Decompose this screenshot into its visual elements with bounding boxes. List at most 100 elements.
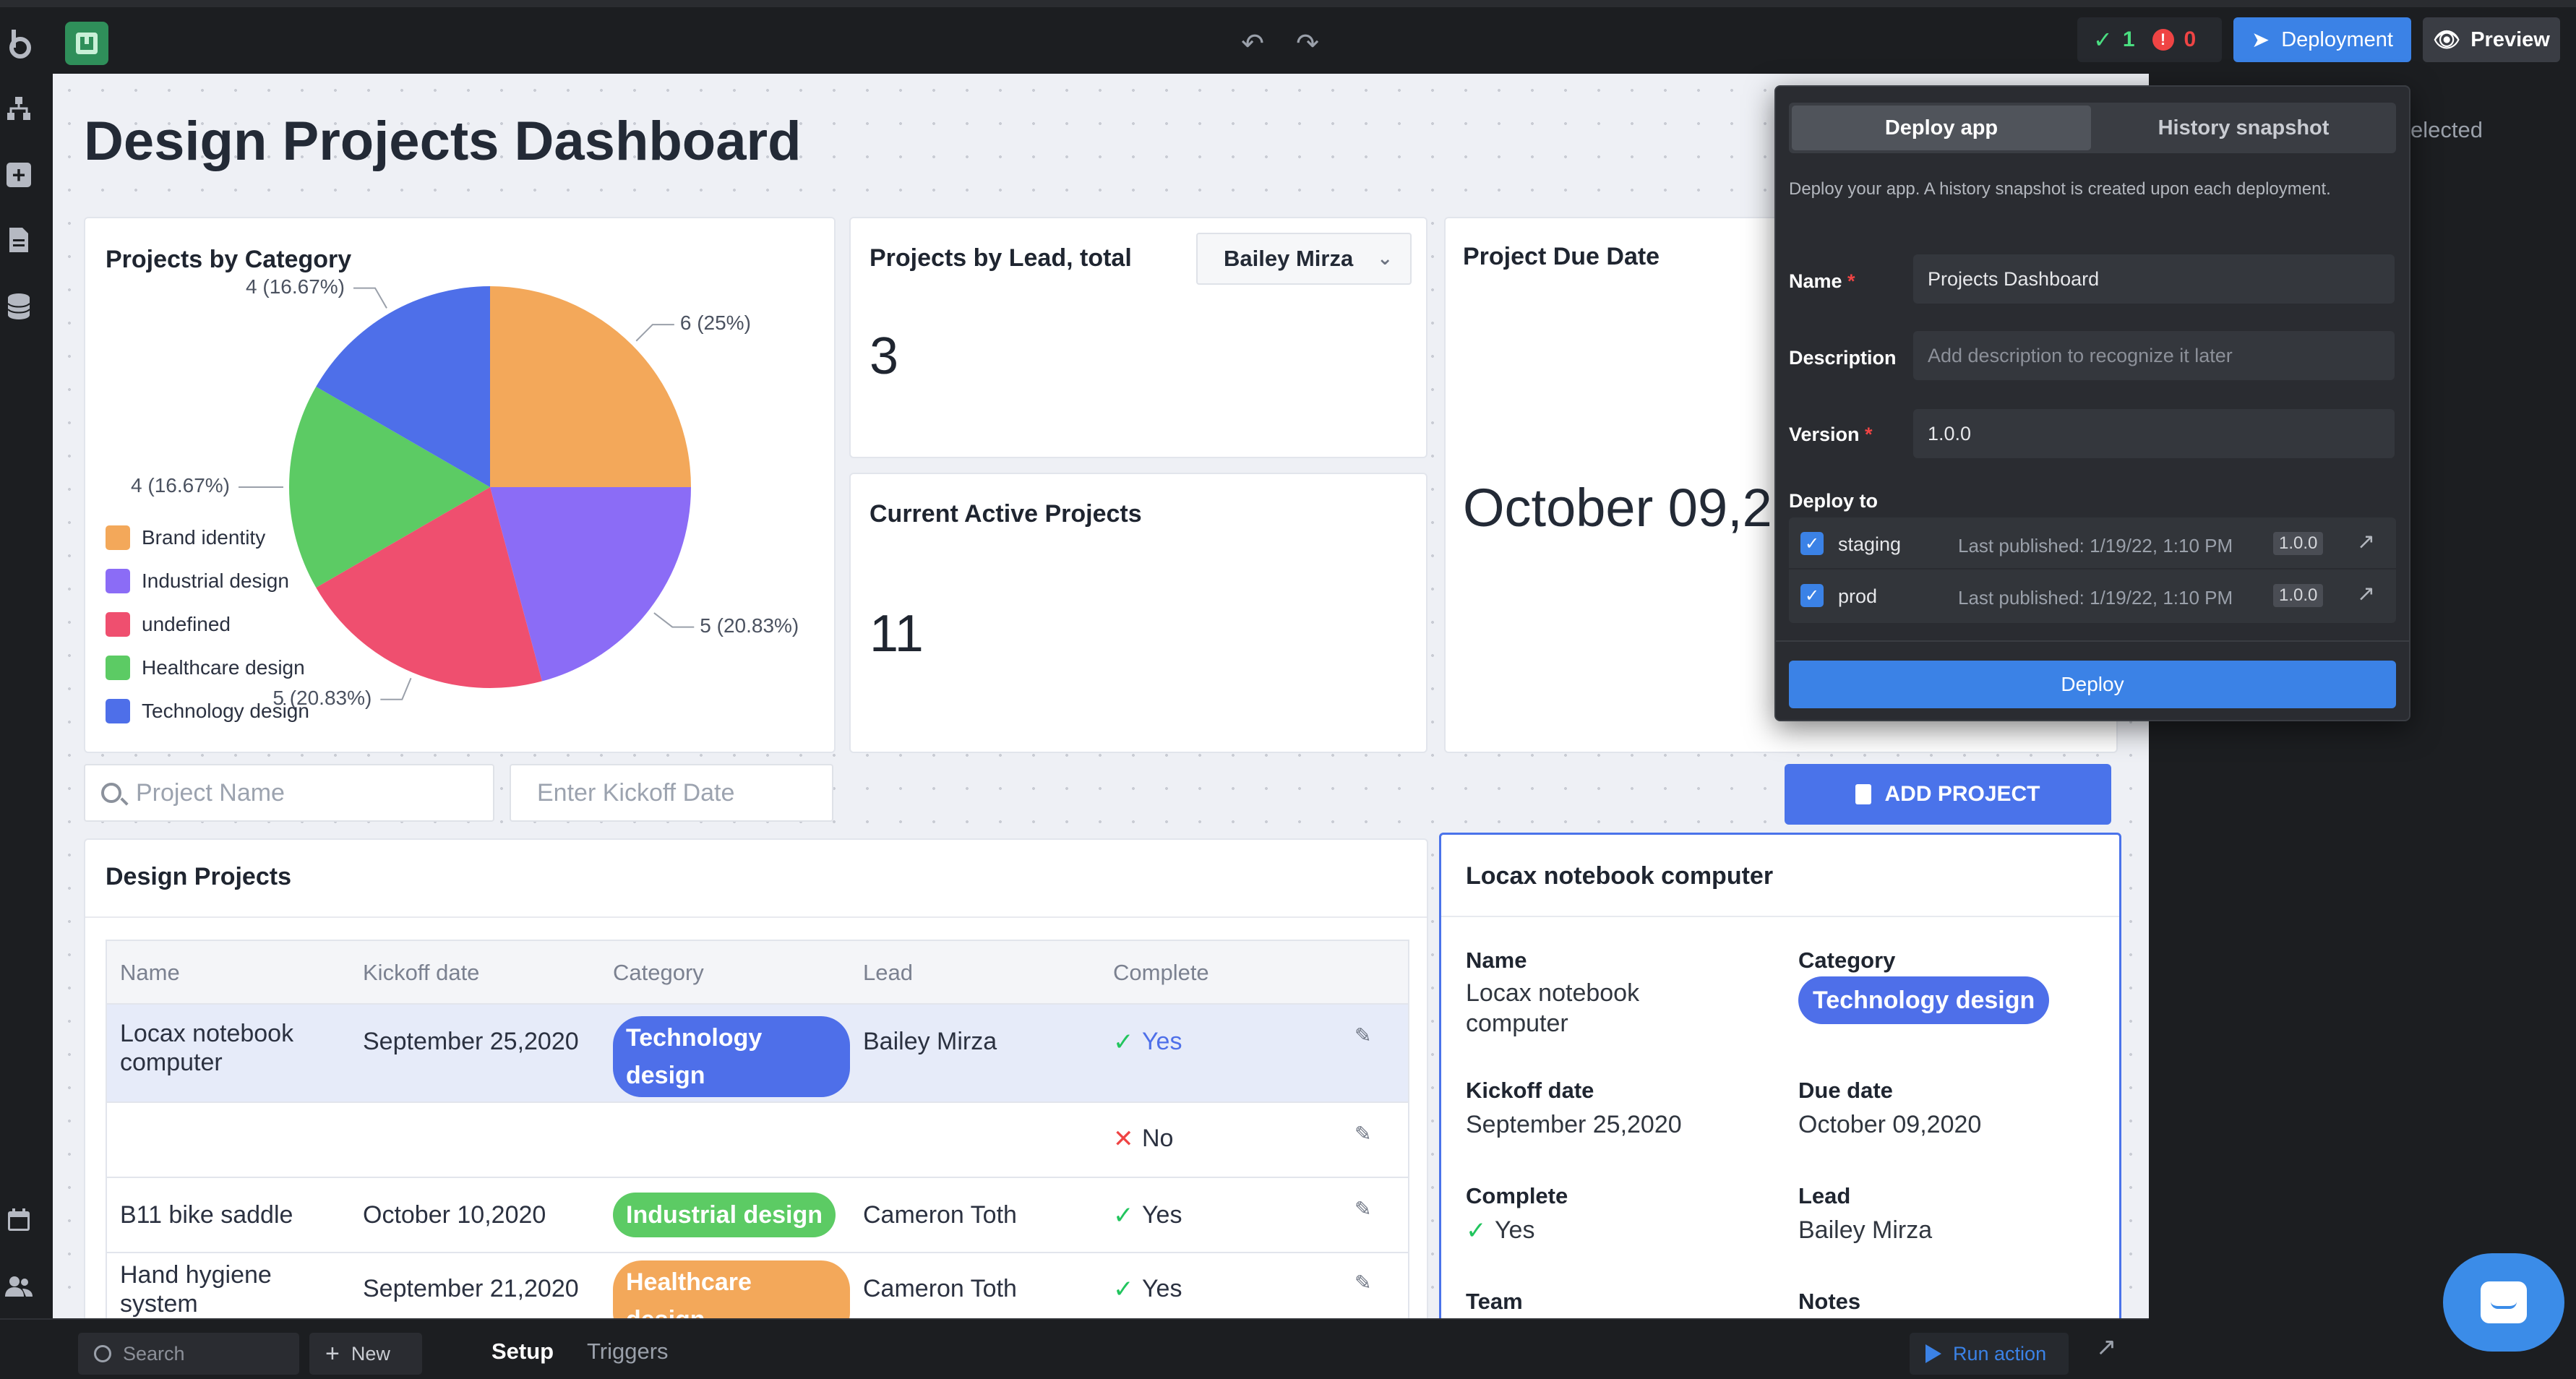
error-count: 0 <box>2184 27 2197 51</box>
status-indicator[interactable]: ✓ 1 ! 0 <box>2077 17 2222 62</box>
category-pill: Industrial design <box>613 1193 836 1237</box>
deploy-to-label: Deploy to <box>1789 490 1879 512</box>
deploy-popover: Deploy app History snapshot Deploy your … <box>1774 85 2410 721</box>
check-circle-icon: ✓ <box>2093 27 2113 53</box>
active-projects-value: 11 <box>870 605 924 663</box>
detail-lead-label: Lead <box>1798 1183 1851 1208</box>
table-row[interactable]: B11 bike saddle October 10,2020 Industri… <box>107 1178 1408 1253</box>
tab-setup[interactable]: Setup <box>491 1339 554 1365</box>
design-projects-table-card: Design Projects Name Kickoff date Catego… <box>84 838 1428 1318</box>
table-row[interactable]: Locax notebook computer September 25,202… <box>107 1005 1408 1103</box>
slice-label: 6 (25%) <box>679 312 751 335</box>
projects-table: Name Kickoff date Category Lead Complete… <box>106 940 1409 1318</box>
tab-history-snapshot[interactable]: History snapshot <box>2094 106 2393 150</box>
table-title: Design Projects <box>106 863 291 890</box>
table-row[interactable]: Hand hygiene system September 21,2020 He… <box>107 1253 1408 1318</box>
add-component-icon[interactable]: + <box>3 159 35 191</box>
due-card-title: Project Due Date <box>1463 243 1660 270</box>
edit-icon[interactable]: ✎ <box>1354 1271 1371 1294</box>
run-action-button[interactable]: Run action <box>1910 1333 2069 1375</box>
version-label: Version * <box>1789 424 1873 445</box>
col-header-name[interactable]: Name <box>120 960 180 986</box>
description-field[interactable]: Add description to recognize it later <box>1913 331 2395 380</box>
logo-icon[interactable] <box>6 27 35 59</box>
target-version-badge: 1.0.0 <box>2273 584 2324 607</box>
expand-icon[interactable]: ↗ <box>2096 1333 2117 1362</box>
legend-item[interactable]: Healthcare design <box>106 646 366 690</box>
edit-icon[interactable]: ✎ <box>1354 1122 1371 1146</box>
col-header-kickoff[interactable]: Kickoff date <box>363 960 479 986</box>
bottom-search[interactable]: Search <box>78 1333 299 1375</box>
eye-icon: 👁 <box>2433 27 2461 52</box>
leader-line <box>353 287 387 309</box>
app-icon[interactable] <box>65 22 108 65</box>
legend-item[interactable]: Brand identity <box>106 516 366 559</box>
edit-icon[interactable]: ✎ <box>1354 1197 1371 1221</box>
database-icon[interactable] <box>3 291 35 322</box>
row-complete: Yes <box>1142 1201 1182 1229</box>
col-header-lead[interactable]: Lead <box>863 960 913 986</box>
row-kickoff: October 10,2020 <box>363 1201 546 1229</box>
detail-team-label: Team <box>1466 1289 1523 1314</box>
row-lead: Cameron Toth <box>863 1275 1017 1302</box>
row-name: B11 bike saddle <box>120 1201 293 1229</box>
tab-deploy-app[interactable]: Deploy app <box>1792 106 2091 150</box>
deployment-button[interactable]: ➤ Deployment <box>2233 17 2411 62</box>
redo-icon[interactable]: ↷ <box>1291 29 1324 59</box>
row-kickoff: September 25,2020 <box>363 1028 579 1055</box>
lead-select[interactable]: Bailey Mirza ⌄ <box>1196 233 1412 285</box>
legend-label: Brand identity <box>142 526 266 549</box>
check-icon: ✓ <box>1113 1276 1134 1303</box>
staging-checkbox[interactable]: ✓ <box>1800 532 1824 555</box>
external-link-icon[interactable]: ↗ <box>2357 581 2375 606</box>
deploy-target-staging[interactable]: ✓ staging Last published: 1/19/22, 1:10 … <box>1789 517 2396 570</box>
prod-checkbox[interactable]: ✓ <box>1800 584 1824 607</box>
detail-name-value: Locax notebook computer <box>1466 979 1640 1037</box>
document-icon[interactable] <box>3 224 35 256</box>
preview-button[interactable]: 👁 Preview <box>2423 17 2560 62</box>
slice-label: 5 (20.83%) <box>700 614 799 637</box>
detail-complete-label: Complete <box>1466 1183 1568 1208</box>
undo-icon[interactable]: ↶ <box>1236 29 1269 59</box>
legend-item[interactable]: Industrial design <box>106 559 366 603</box>
hierarchy-icon[interactable] <box>3 93 35 124</box>
ok-count: 1 <box>2122 27 2135 51</box>
play-icon <box>1925 1344 1941 1363</box>
kickoff-date-input[interactable]: Enter Kickoff Date <box>510 764 833 822</box>
name-field[interactable]: Projects Dashboard <box>1913 254 2395 304</box>
top-bar: ↶ ↷ ✓ 1 ! 0 ➤ Deployment 👁 Preview <box>0 0 2576 74</box>
deploy-target-prod[interactable]: ✓ prod Last published: 1/19/22, 1:10 PM … <box>1789 570 2396 622</box>
table-row[interactable]: ✕ No ✎ <box>107 1103 1408 1178</box>
target-published: Last published: 1/19/22, 1:10 PM <box>1958 535 2233 557</box>
users-icon[interactable] <box>3 1271 35 1302</box>
project-detail-card[interactable]: Locax notebook computer Name Locax noteb… <box>1439 833 2121 1318</box>
row-complete: No <box>1142 1125 1174 1152</box>
legend-label: Technology design <box>142 700 309 722</box>
popover-tabs: Deploy app History snapshot <box>1789 103 2396 153</box>
legend-item[interactable]: undefined <box>106 603 366 646</box>
new-query-button[interactable]: + New <box>309 1333 422 1375</box>
version-field[interactable]: 1.0.0 <box>1913 409 2395 458</box>
add-project-button[interactable]: ADD PROJECT <box>1785 764 2111 825</box>
legend-label: Industrial design <box>142 570 289 592</box>
target-published: Last published: 1/19/22, 1:10 PM <box>1958 587 2233 609</box>
detail-complete-value: Yes <box>1495 1216 1535 1244</box>
chat-bubble-button[interactable] <box>2443 1253 2564 1352</box>
detail-name-label: Name <box>1466 948 1527 973</box>
tab-triggers[interactable]: Triggers <box>587 1339 669 1365</box>
file-add-icon <box>1855 784 1872 804</box>
check-icon: ✓ <box>1113 1028 1134 1056</box>
page-title: Design Projects Dashboard <box>84 111 802 172</box>
pie-slice[interactable] <box>490 286 691 487</box>
leader-line <box>380 677 412 700</box>
calendar-icon[interactable] <box>3 1204 35 1236</box>
col-header-complete[interactable]: Complete <box>1113 960 1209 986</box>
detail-title: Locax notebook computer <box>1466 862 1774 890</box>
col-header-category[interactable]: Category <box>613 960 704 986</box>
project-name-search[interactable]: Project Name <box>84 764 494 822</box>
external-link-icon[interactable]: ↗ <box>2357 529 2375 554</box>
deploy-button[interactable]: Deploy <box>1789 661 2396 708</box>
legend-item[interactable]: Technology design <box>106 690 366 733</box>
row-name: Hand hygiene system <box>120 1261 272 1318</box>
edit-icon[interactable]: ✎ <box>1354 1023 1371 1047</box>
